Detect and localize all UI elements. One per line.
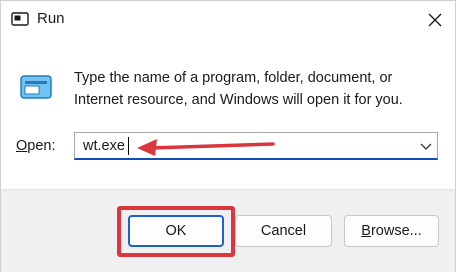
annotation-arrow [137,139,275,156]
title-bar: Run [1,1,455,39]
run-dialog-icon [11,12,29,26]
close-icon [428,13,442,27]
chevron-down-icon[interactable] [419,140,433,152]
cancel-button[interactable]: Cancel [235,215,332,247]
button-bar: OK Cancel Browse... [1,189,455,272]
open-label-accelerator: O [16,138,28,154]
browse-button[interactable]: Browse... [344,215,439,247]
open-label: Open: [16,138,56,154]
open-label-text: pen: [27,138,56,154]
close-button[interactable] [419,5,451,35]
run-dialog: Run Type the name of a program, folder, … [0,0,456,272]
run-program-icon [20,75,52,99]
browse-accelerator: B [361,223,371,239]
dialog-description: Type the name of a program, folder, docu… [74,70,403,108]
window-title: Run [37,10,65,27]
ok-highlight-annotation [117,206,235,257]
browse-label: rowse... [370,223,422,239]
dialog-body: Type the name of a program, folder, docu… [1,39,455,189]
open-input[interactable]: wt.exe [83,138,125,154]
